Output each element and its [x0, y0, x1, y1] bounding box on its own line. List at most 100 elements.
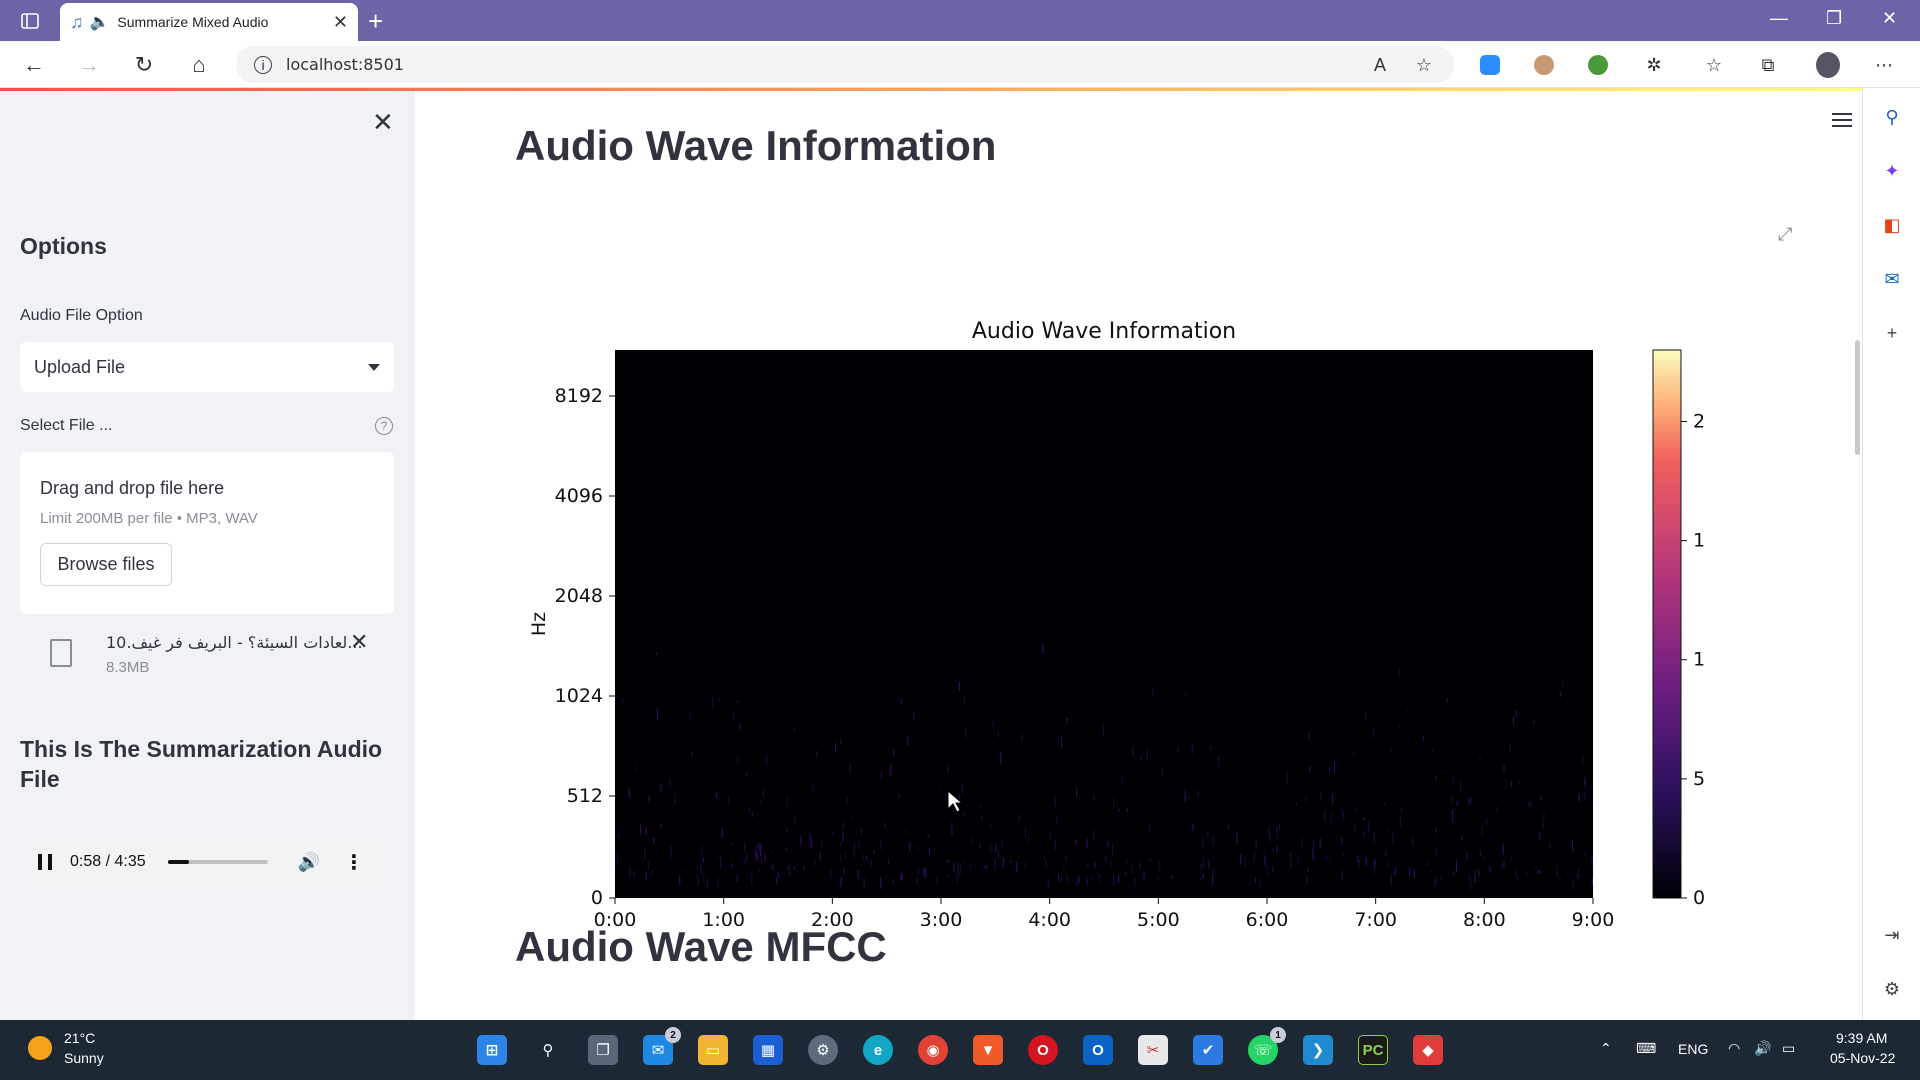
browser-tab[interactable]: ♫ 🔈 Summarize Mixed Audio ✕	[60, 3, 358, 41]
outlook-icon[interactable]: O	[1083, 1035, 1113, 1065]
mail-icon[interactable]: ✉ 2	[643, 1027, 681, 1065]
gear-icon[interactable]: ⚙	[1881, 978, 1903, 1000]
more-menu-icon[interactable]: ⋯	[1872, 53, 1896, 77]
url-field[interactable]: i localhost:8501	[236, 46, 1454, 83]
profile-avatar[interactable]	[1816, 52, 1840, 78]
todo-icon[interactable]: ✔	[1193, 1035, 1223, 1065]
spectrogram-cell	[621, 825, 624, 829]
snipping-tool-icon[interactable]: ✂	[1138, 1035, 1168, 1065]
store-icon[interactable]: ▦	[753, 1035, 783, 1065]
read-aloud-icon[interactable]: A	[1368, 53, 1392, 77]
x-tick-label: 5:00	[1137, 909, 1180, 926]
spectrogram-cell	[1562, 678, 1564, 687]
spectrogram-cell	[1203, 857, 1205, 869]
spectrogram-cell	[711, 697, 714, 709]
spectrogram-cell	[890, 764, 892, 777]
tab-close-icon[interactable]: ✕	[333, 12, 348, 33]
spectrogram-cell	[1202, 836, 1204, 848]
player-seek-bar[interactable]	[167, 860, 268, 864]
clock-time[interactable]: 9:39 AM	[1836, 1030, 1887, 1046]
spectrogram-cell	[870, 860, 872, 867]
home-icon[interactable]: ⌂	[185, 51, 213, 79]
chrome-icon[interactable]: ◉	[918, 1035, 948, 1065]
browse-files-button[interactable]: Browse files	[40, 543, 172, 586]
spectrogram-cell	[1253, 851, 1255, 863]
start-icon[interactable]: ⊞	[477, 1035, 507, 1065]
spectrogram-cell	[785, 847, 787, 851]
browser-title-bar: ♫ 🔈 Summarize Mixed Audio ✕ + — ❐ ✕	[0, 0, 1920, 41]
vscode-icon[interactable]: ❯	[1303, 1035, 1333, 1065]
spectrogram-cell	[1373, 871, 1375, 874]
settings-icon[interactable]: ⚙	[808, 1035, 838, 1065]
spectrogram-cell	[1018, 814, 1020, 822]
new-tab-icon[interactable]: +	[368, 6, 383, 37]
remove-file-icon[interactable]: ✕	[350, 629, 368, 655]
file-explorer-icon[interactable]: ▭	[698, 1035, 728, 1065]
favorites-icon[interactable]: ☆	[1702, 53, 1726, 77]
collections-icon[interactable]: ⧉	[1756, 53, 1780, 77]
brave-icon[interactable]: ▼	[973, 1035, 1003, 1065]
office-icon[interactable]: ◧	[1881, 214, 1903, 236]
spectrogram-cell	[1307, 868, 1309, 872]
search-icon[interactable]: ⚲	[533, 1035, 563, 1065]
spectrogram-cell	[1461, 836, 1463, 840]
copilot-icon[interactable]: ✦	[1881, 160, 1903, 182]
forward-icon[interactable]: →	[75, 51, 103, 79]
tab-actions-icon[interactable]	[18, 9, 42, 33]
wifi-icon[interactable]: ◠	[1728, 1040, 1740, 1057]
file-dropzone[interactable]: Drag and drop file here Limit 200MB per …	[20, 452, 394, 614]
volume-icon[interactable]: 🔊	[1754, 1040, 1771, 1057]
spectrogram-cell	[1134, 878, 1136, 887]
whatsapp-icon[interactable]: ☏ 1	[1248, 1027, 1286, 1065]
volume-icon[interactable]: 🔊	[298, 852, 320, 873]
task-view-icon[interactable]: ❐	[588, 1035, 618, 1065]
spectrogram-cell	[1571, 839, 1574, 851]
spectrogram-cell	[958, 681, 960, 691]
git-icon[interactable]: ◆	[1413, 1035, 1443, 1065]
speaker-icon[interactable]: 🔈	[90, 12, 110, 32]
favorite-add-icon[interactable]: ☆	[1412, 53, 1436, 77]
audio-option-select[interactable]: Upload File	[20, 342, 394, 392]
chevron-up-icon[interactable]: ⌃	[1600, 1040, 1612, 1057]
spectrogram-cell	[1118, 808, 1120, 813]
fullscreen-icon[interactable]: ⤢	[1778, 224, 1792, 245]
close-window-icon[interactable]: ✕	[1882, 8, 1897, 29]
clock-date[interactable]: 05-Nov-22	[1830, 1050, 1895, 1066]
battery-icon[interactable]: ▭	[1782, 1040, 1795, 1057]
sidebar-close-icon[interactable]: ✕	[372, 107, 394, 138]
audio-player[interactable]: 0:58 / 4:35 🔊 ⋮	[20, 834, 394, 890]
language-indicator[interactable]: ENG	[1678, 1041, 1708, 1057]
search-icon[interactable]: ⚲	[1881, 106, 1903, 128]
back-icon[interactable]: ←	[20, 51, 48, 79]
pause-icon[interactable]	[38, 854, 52, 870]
outlook-icon[interactable]: ✉	[1881, 268, 1903, 290]
globe-extension-icon[interactable]	[1586, 53, 1610, 77]
page-scrollbar[interactable]	[1855, 340, 1860, 455]
pycharm-icon[interactable]: PC	[1358, 1035, 1388, 1065]
opera-icon[interactable]: O	[1028, 1035, 1058, 1065]
restore-icon[interactable]: ❐	[1826, 8, 1842, 29]
spectrogram-cell	[1399, 668, 1401, 676]
refresh-icon[interactable]: ↻	[130, 51, 158, 79]
extension-icon[interactable]	[1532, 53, 1556, 77]
hamburger-menu-icon[interactable]	[1832, 113, 1852, 127]
spectrogram-cell	[1324, 810, 1326, 823]
minimize-icon[interactable]: —	[1770, 8, 1788, 29]
spectrogram-cell	[1118, 874, 1120, 884]
info-icon[interactable]: i	[254, 55, 272, 74]
edge-icon[interactable]: e	[863, 1035, 893, 1065]
zoom-extension-icon[interactable]	[1478, 53, 1502, 77]
spectrogram-cell	[880, 839, 882, 850]
spectrogram-cell	[1268, 827, 1270, 837]
hide-sidebar-icon[interactable]: ⇥	[1881, 924, 1903, 946]
spectrogram-cell	[1105, 854, 1107, 863]
keyboard-icon[interactable]: ⌨	[1636, 1040, 1656, 1057]
spectrogram-cell	[892, 878, 894, 884]
spectrogram-cell	[909, 842, 911, 851]
extensions-icon[interactable]: ✲	[1642, 53, 1666, 77]
player-more-icon[interactable]: ⋮	[344, 850, 364, 875]
spectrogram-cell	[1394, 867, 1397, 876]
spectrogram-cell	[1042, 642, 1044, 655]
help-icon[interactable]: ?	[375, 417, 393, 435]
add-icon[interactable]: +	[1881, 322, 1903, 344]
